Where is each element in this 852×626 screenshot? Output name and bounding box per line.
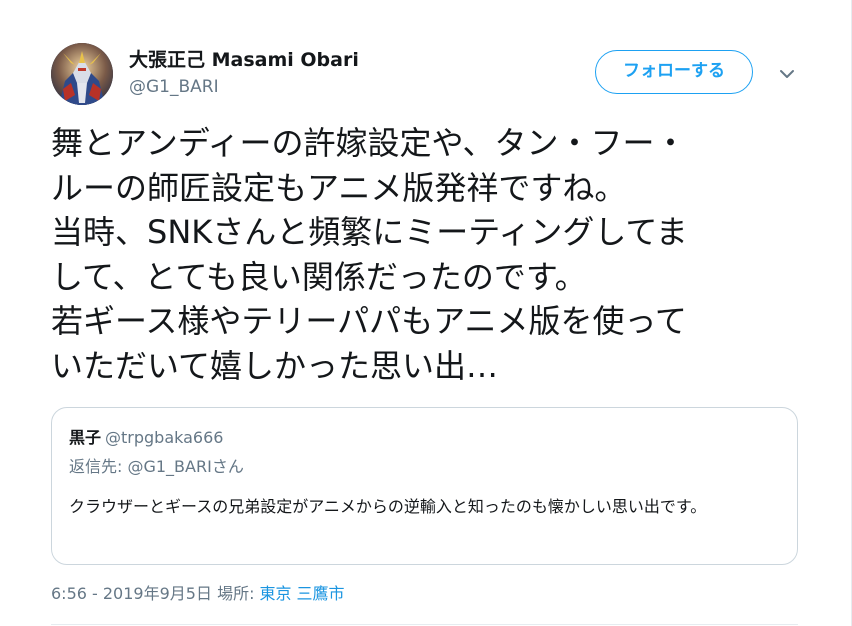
quoted-screen-name: @trpgbaka666 — [105, 428, 224, 447]
location-label: 場所: — [217, 584, 255, 603]
location-link[interactable]: 東京 三鷹市 — [259, 584, 344, 603]
quoted-display-name: 黒子 — [69, 428, 102, 447]
robot-avatar-image — [51, 43, 113, 105]
chevron-down-icon[interactable] — [777, 66, 797, 80]
quoted-tweet-text: クラウザーとギースの兄弟設定がアニメからの逆輸入と知ったのも懐かしい思い出です。 — [69, 497, 707, 516]
quoted-tweet[interactable]: 黒子 @trpgbaka666 返信先: @G1_BARIさん クラウザーとギース… — [51, 407, 798, 565]
quoted-reply-to: 返信先: @G1_BARIさん — [69, 457, 244, 476]
divider — [51, 624, 798, 625]
follow-button[interactable]: フォローする — [595, 50, 753, 94]
tweet-text: 舞とアンディーの許嫁設定や、タン・フー・ ルーの師匠設定もアニメ版発祥ですね。 … — [51, 124, 688, 385]
tweet-card: 大張正己 Masami Obari @G1_BARI フォローする 舞とアンディ… — [0, 0, 852, 626]
avatar[interactable] — [51, 43, 113, 105]
timestamp[interactable]: 6:56 - 2019年9月5日 — [51, 584, 212, 603]
display-name[interactable]: 大張正己 Masami Obari — [129, 48, 359, 72]
screen-name[interactable]: @G1_BARI — [129, 76, 219, 98]
tweet-metadata: 6:56 - 2019年9月5日 場所: 東京 三鷹市 — [51, 583, 345, 605]
quoted-tweet-author: 黒子 @trpgbaka666 — [69, 427, 223, 449]
